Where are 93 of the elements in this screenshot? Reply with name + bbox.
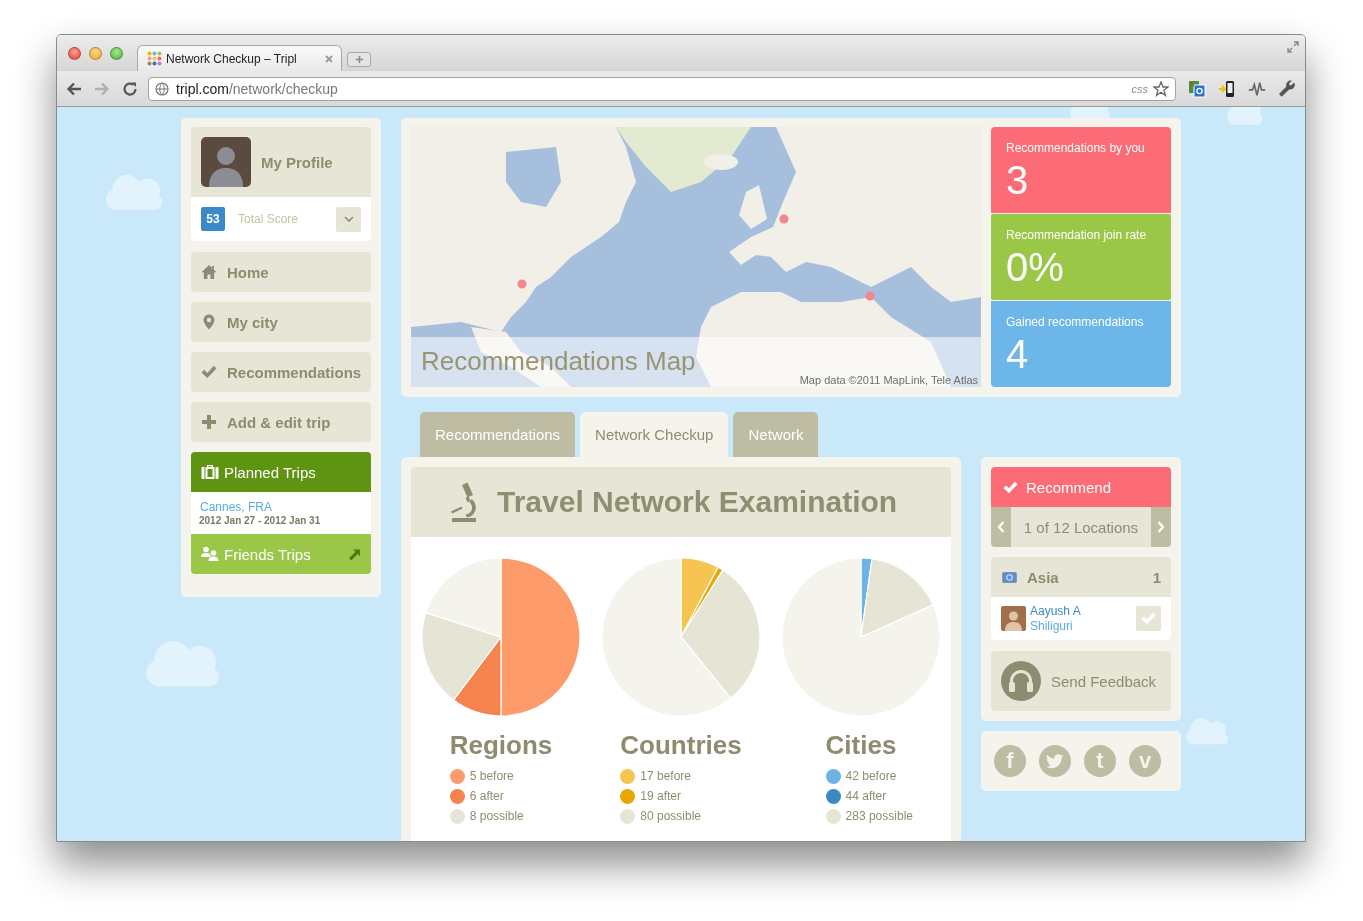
bookmark-star-icon[interactable]	[1153, 80, 1169, 97]
bird-icon	[1046, 753, 1064, 769]
cloud-drawing	[1225, 107, 1263, 125]
social-button[interactable]: t	[1084, 745, 1116, 777]
check-button[interactable]	[1136, 606, 1161, 631]
user-avatar	[1001, 606, 1026, 631]
stat-value: 4	[1006, 332, 1029, 376]
browser-tab[interactable]: Network Checkup – Tripl	[137, 45, 342, 71]
stat-value: 0%	[1006, 245, 1064, 289]
region-name: Asia	[1027, 568, 1059, 586]
examination-title: Travel Network Examination	[497, 485, 898, 519]
stat-label: Recommendations by you	[1006, 141, 1145, 155]
trip-place-link[interactable]: Cannes, FRA	[200, 500, 371, 514]
close-window-button[interactable]	[68, 47, 81, 60]
send-feedback-button[interactable]: Send Feedback	[991, 651, 1171, 711]
legend-label: 80 possible	[640, 809, 702, 823]
wrench-icon[interactable]	[1278, 79, 1296, 98]
check-icon	[1003, 479, 1018, 495]
legend-label: 42 before	[845, 769, 897, 783]
group-title: Regions	[449, 730, 553, 760]
pulse-icon[interactable]	[1248, 79, 1266, 98]
person-city-link[interactable]: Shiliguri	[1030, 618, 1073, 634]
address-field[interactable]: tripl.com/network/checkup css	[148, 76, 1176, 101]
fullscreen-icon[interactable]	[1287, 41, 1299, 53]
tab[interactable]: Network Checkup	[580, 412, 729, 457]
group-title: Cities	[825, 730, 897, 760]
tab[interactable]: Recommendations	[420, 412, 576, 457]
map-title: Recommendations Map	[421, 346, 696, 377]
legend-label: 19 after	[640, 789, 682, 803]
map-pin-icon	[201, 314, 217, 330]
chevron-right-icon	[1157, 521, 1165, 533]
nav-item[interactable]: Recommendations	[191, 352, 371, 392]
legend-label: 283 possible	[845, 809, 913, 823]
social-button[interactable]: v	[1129, 745, 1161, 777]
close-tab-icon[interactable]	[325, 54, 333, 63]
suitcase-icon	[201, 464, 219, 480]
plus-icon	[354, 55, 364, 64]
legend-label: 44 after	[845, 789, 887, 803]
score-dropdown-button[interactable]	[336, 206, 361, 232]
map-attribution: Map data ©2011 MapLink, Tele Atlas	[799, 374, 978, 386]
chevron-left-icon	[997, 521, 1005, 533]
profile-avatar	[201, 137, 251, 187]
caret-icon	[343, 216, 354, 222]
phone-icon[interactable]	[1218, 79, 1236, 98]
people-icon	[201, 546, 219, 562]
back-arrow-icon[interactable]	[66, 80, 82, 97]
check-icon	[201, 364, 217, 380]
region-count: 1	[1152, 568, 1161, 586]
social-button[interactable]: f	[994, 745, 1026, 777]
map-marker-dot-icon[interactable]	[779, 214, 789, 224]
score-badge: 53	[201, 207, 225, 231]
group-title: Countries	[620, 730, 742, 760]
css-indicator[interactable]: css	[1131, 82, 1148, 95]
diagonal-arrow-icon	[348, 547, 361, 561]
nav-item[interactable]: My city	[191, 302, 371, 342]
legend-label: 8 possible	[469, 809, 524, 823]
plus-icon	[201, 414, 217, 430]
planned-trips-header[interactable]: Planned Trips	[191, 452, 371, 492]
person-name-link[interactable]: Aayush A	[1030, 603, 1081, 619]
nav-item[interactable]: Add & edit trip	[191, 402, 371, 442]
stat-label: Gained recommendations	[1006, 315, 1144, 329]
microscope-icon	[450, 482, 478, 522]
globe-icon	[155, 81, 169, 96]
legend-label: 17 before	[640, 769, 692, 783]
new-tab-button[interactable]	[347, 52, 371, 67]
forward-arrow-icon[interactable]	[94, 80, 110, 97]
minimize-window-button[interactable]	[89, 47, 102, 60]
stat-value: 3	[1006, 158, 1029, 202]
social-button[interactable]	[1039, 745, 1071, 777]
next-button[interactable]	[1151, 507, 1171, 547]
flag-icon	[1002, 571, 1017, 583]
overlapping-squares-icon[interactable]	[1188, 79, 1206, 98]
legend-label: 5 before	[469, 769, 514, 783]
recommend-title: Recommend	[1026, 478, 1112, 496]
stat-label: Recommendation join rate	[1006, 228, 1147, 242]
nav-item[interactable]: Home	[191, 252, 371, 292]
tab[interactable]: Network	[733, 412, 819, 457]
profile-link[interactable]: My Profile	[261, 153, 333, 171]
legend-label: 6 after	[469, 789, 504, 803]
tick-icon	[1141, 611, 1156, 626]
reload-icon[interactable]	[122, 80, 138, 97]
dots-grid-icon	[147, 51, 162, 66]
score-label: Total Score	[238, 212, 299, 226]
map-marker-dot-icon[interactable]	[865, 291, 875, 301]
map-marker-dot-icon[interactable]	[517, 279, 527, 289]
home-icon	[201, 264, 217, 280]
pager-label: 1 of 12 Locations	[1022, 517, 1140, 538]
zoom-window-button[interactable]	[110, 47, 123, 60]
cloud-drawing	[1067, 107, 1111, 121]
previous-button[interactable]	[991, 507, 1011, 547]
headphones-icon	[1001, 661, 1041, 701]
friends-trips-button[interactable]: Friends Trips	[191, 534, 371, 574]
trip-dates: 2012 Jan 27 - 2012 Jan 31	[199, 515, 322, 526]
